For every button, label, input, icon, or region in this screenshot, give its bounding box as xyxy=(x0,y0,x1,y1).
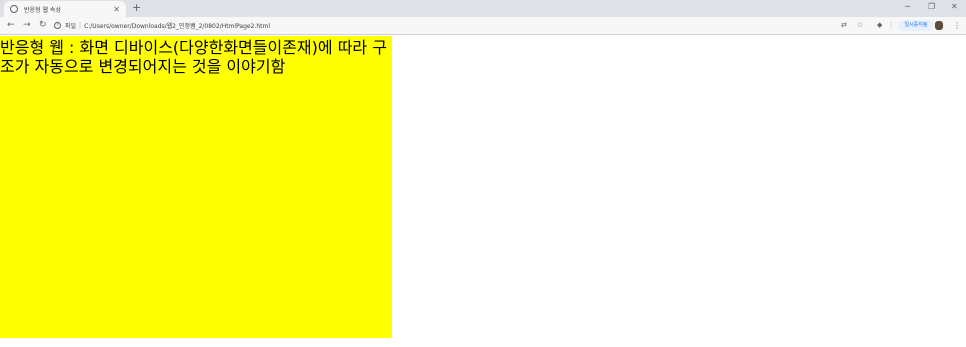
menu-icon[interactable]: ⋮ xyxy=(953,20,961,31)
address-bar[interactable]: i 파일 | C:/Users/owner/Downloads/웹2_민정쌤_2… xyxy=(54,19,834,32)
content-text: 반응형 웹 : 화면 디바이스(다양한화면들이존재)에 따라 구조가 자동으로 … xyxy=(0,38,387,76)
translate-icon[interactable]: ⇄ xyxy=(841,20,847,31)
extension-icon[interactable]: ◆ xyxy=(877,20,882,31)
close-icon[interactable]: ✕ xyxy=(113,5,120,14)
tab-title: 반응형 웹 속성 xyxy=(24,6,61,14)
reload-icon[interactable]: ↻ xyxy=(39,19,47,32)
browser-chrome: 반응형 웹 속성 ✕ + ─ ❐ ✕ ← → ↻ i 파일 | C:/Users… xyxy=(0,0,966,36)
content-box: 반응형 웹 : 화면 디바이스(다양한화면들이존재)에 따라 구조가 자동으로 … xyxy=(0,36,392,338)
forward-icon[interactable]: → xyxy=(23,19,31,32)
profile-paused-button[interactable]: 일시중지됨 xyxy=(898,20,934,31)
tab-strip: 반응형 웹 속성 ✕ + ─ ❐ ✕ xyxy=(0,0,966,17)
minimize-icon[interactable]: ─ xyxy=(905,2,910,11)
new-tab-button[interactable]: + xyxy=(132,1,141,15)
restore-icon[interactable]: ❐ xyxy=(928,2,935,11)
info-icon[interactable]: i xyxy=(54,22,61,29)
toolbar: ← → ↻ i 파일 | C:/Users/owner/Downloads/웹2… xyxy=(0,17,966,35)
security-label: 파일 xyxy=(65,23,77,30)
page-viewport: 반응형 웹 : 화면 디바이스(다양한화면들이존재)에 따라 구조가 자동으로 … xyxy=(0,36,966,347)
back-icon[interactable]: ← xyxy=(7,19,15,32)
toolbar-divider: | xyxy=(890,21,893,29)
star-icon[interactable]: ☆ xyxy=(857,20,863,31)
avatar[interactable] xyxy=(935,21,943,30)
tab-active[interactable]: 반응형 웹 속성 ✕ xyxy=(4,1,126,17)
window-close-icon[interactable]: ✕ xyxy=(951,2,958,11)
url-text[interactable]: C:/Users/owner/Downloads/웹2_민정쌤_2/0802/H… xyxy=(84,21,270,30)
divider: | xyxy=(79,22,82,29)
globe-icon xyxy=(10,5,18,13)
